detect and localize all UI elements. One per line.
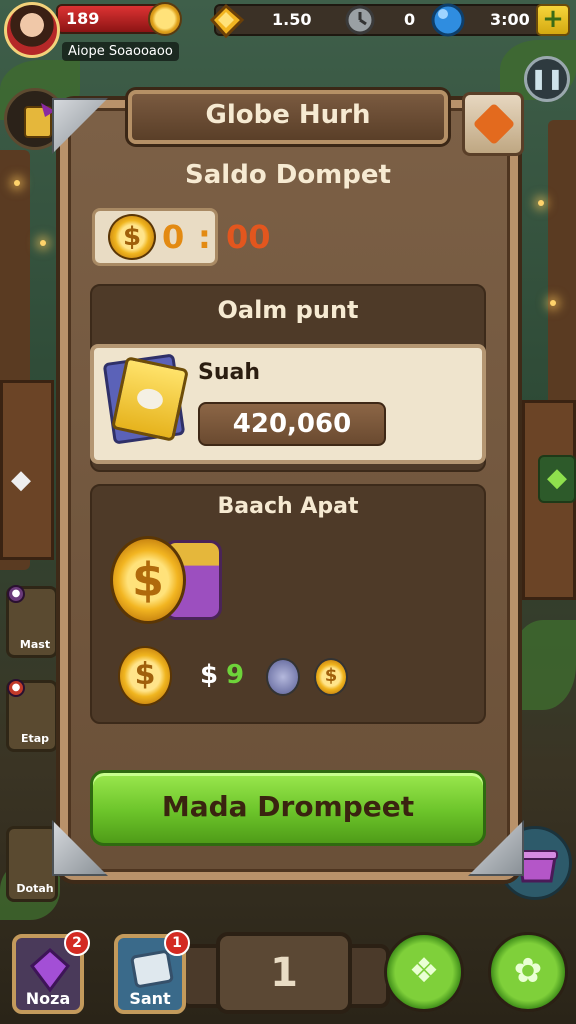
notification-badge: 2 [64, 930, 90, 956]
pause-button[interactable]: ❚❚ [524, 56, 570, 102]
side-item-label: Etap [20, 732, 50, 745]
side-item-label: Mast [19, 638, 51, 651]
coin-icon [148, 2, 182, 36]
leaf-decor [510, 620, 576, 710]
denomination-dollar: $ [200, 660, 219, 690]
card-amount: 420,060 [232, 409, 352, 439]
balance-value-a: 0 [162, 218, 185, 256]
card-label: Suah [198, 360, 261, 385]
bottom-item-label: Sant [129, 989, 171, 1008]
map-button[interactable]: ❖ [384, 932, 464, 1012]
panel-title: Globe Hurh [205, 100, 371, 130]
favorite-button[interactable] [462, 92, 524, 156]
level-value: 1 [270, 950, 298, 996]
side-badge: ● [7, 585, 25, 603]
lantern-light [538, 200, 544, 206]
clock-icon [345, 5, 375, 35]
rewards-heading: Baach Apat [217, 494, 359, 519]
big-coin-icon: $ [110, 536, 186, 624]
coin-icon: $ [108, 214, 156, 260]
resource-value-1: 1.50 [272, 10, 312, 29]
heart-icon [472, 102, 516, 146]
blue-orb-icon [431, 3, 465, 37]
gear-icon: ✿ [513, 951, 543, 991]
pause-icon: ❚❚ [530, 66, 564, 90]
side-badge: ● [7, 679, 25, 697]
settings-button[interactable]: ✿ [488, 932, 568, 1012]
next-arrow-button[interactable]: ◆ [538, 455, 576, 503]
open-wallet-button-label: Mada Drompeet [161, 790, 415, 823]
resource-value-2: 0 [404, 10, 416, 29]
leaf-icon: ❖ [408, 951, 440, 991]
gold-coin-icon: $ [314, 658, 348, 696]
hp-value: 189 [66, 9, 100, 28]
side-item-3[interactable]: Dotah [6, 826, 58, 902]
balance-separator: : [198, 218, 211, 256]
top-bar: 189 Aiope Soaooaoo 1.50 0 3:00 + ❚❚ [0, 0, 576, 102]
lantern-light [14, 180, 20, 186]
denomination-value: 9 [226, 660, 245, 690]
lantern-light [550, 300, 556, 306]
bottom-item-label: Noza [25, 989, 71, 1008]
silver-coin-icon [266, 658, 300, 696]
chevron-right-icon: ◆ [547, 463, 567, 493]
avatar[interactable] [4, 2, 60, 58]
coin-icon: $ [118, 646, 172, 706]
crystal-icon [29, 947, 71, 993]
player-name: Aiope Soaooaoo [62, 42, 179, 61]
balance-value-b: 00 [226, 218, 271, 256]
chevron-left-icon: ◆ [11, 465, 31, 495]
side-item-1[interactable]: ● Mast [6, 585, 58, 658]
side-item-label: Dotah [16, 882, 54, 895]
add-currency-button[interactable]: + [536, 4, 570, 36]
scroll-icon [24, 103, 55, 138]
balance-heading: Saldo Dompet [185, 160, 391, 190]
notification-badge: 1 [164, 930, 190, 956]
lantern-light [40, 240, 46, 246]
gem-icon [209, 3, 245, 39]
points-heading: Oalm punt [217, 296, 359, 324]
side-item-2[interactable]: ● Etap [6, 679, 58, 752]
resource-value-3: 3:00 [490, 10, 530, 29]
prev-arrow-button[interactable]: ◆ [6, 465, 36, 495]
